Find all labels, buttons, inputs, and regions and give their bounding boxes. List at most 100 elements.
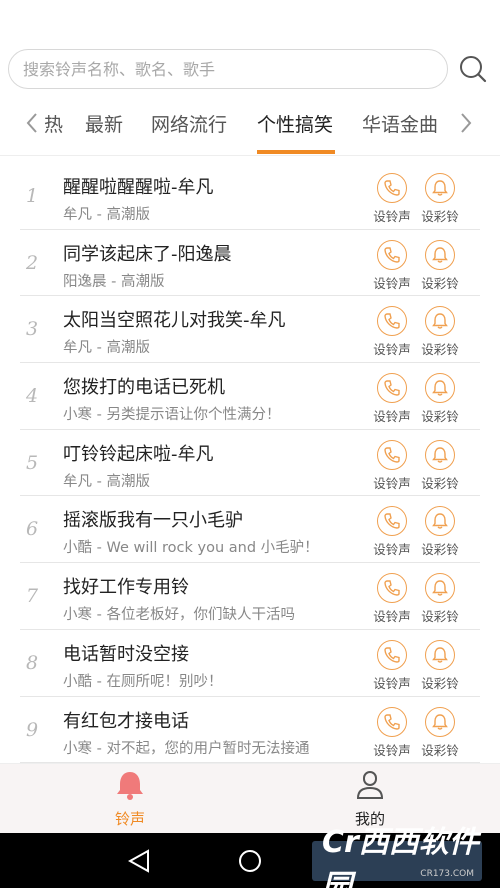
song-title[interactable]: 叮铃铃起床啦-牟凡 bbox=[63, 440, 214, 466]
song-subtitle: 牟凡 - 高潮版 bbox=[63, 473, 150, 490]
set-color-ring-label: 设彩铃 bbox=[421, 609, 459, 625]
set-color-ring-button[interactable]: 设彩铃 bbox=[418, 373, 462, 425]
song-title[interactable]: 电话暂时没空接 bbox=[63, 640, 189, 666]
phone-icon bbox=[377, 573, 407, 604]
nav-ringtone[interactable]: 铃声 bbox=[90, 770, 170, 829]
tab-personality-funny[interactable]: 个性搞笑 bbox=[257, 110, 333, 137]
set-ringtone-button[interactable]: 设铃声 bbox=[370, 639, 414, 692]
bell-outline-icon bbox=[425, 239, 455, 270]
set-color-ring-label: 设彩铃 bbox=[421, 209, 459, 224]
phone-icon bbox=[377, 239, 407, 270]
item-index: 7 bbox=[26, 585, 39, 608]
list-item[interactable]: 1 醒醒啦醒醒啦-牟凡牟凡 - 高潮版 设铃声 设彩铃 bbox=[20, 163, 480, 230]
tab-chinese-classics[interactable]: 华语金曲 bbox=[362, 110, 438, 137]
tab-hot[interactable]: 热 bbox=[44, 110, 63, 137]
set-ringtone-label: 设铃声 bbox=[373, 209, 411, 224]
bell-outline-icon bbox=[425, 306, 455, 337]
set-color-ring-label: 设彩铃 bbox=[421, 275, 459, 291]
back-triangle-icon[interactable] bbox=[128, 849, 150, 873]
song-title[interactable]: 您拨打的电话已死机 bbox=[63, 373, 225, 399]
item-index: 9 bbox=[26, 718, 39, 741]
set-color-ring-button[interactable]: 设彩铃 bbox=[418, 573, 462, 625]
search-input[interactable] bbox=[23, 59, 447, 79]
list-item[interactable]: 2 同学该起床了-阳逸晨 阳逸晨 - 高潮版 设铃声 设彩铃 bbox=[20, 230, 480, 297]
set-color-ring-button[interactable]: 设彩铃 bbox=[418, 639, 462, 692]
bell-outline-icon bbox=[425, 439, 455, 470]
set-ringtone-label: 设铃声 bbox=[373, 342, 411, 358]
search-bar bbox=[8, 48, 492, 90]
set-ringtone-button[interactable]: 设铃声 bbox=[370, 306, 414, 358]
phone-icon bbox=[377, 306, 407, 337]
status-area bbox=[0, 0, 500, 44]
home-circle-icon[interactable] bbox=[238, 849, 262, 873]
set-ringtone-label: 设铃声 bbox=[373, 542, 411, 558]
site-watermark: Cr西西软件园 CR173.COM bbox=[312, 825, 482, 888]
list-item[interactable]: 5 叮铃铃起床啦-牟凡牟凡 - 高潮版 设铃声 设彩铃 bbox=[20, 430, 480, 497]
set-color-ring-label: 设彩铃 bbox=[421, 542, 459, 558]
set-color-ring-label: 设彩铃 bbox=[421, 675, 459, 691]
list-item[interactable]: 7 找好工作专用铃小寒 - 各位老板好，你们缺人干活吗 设铃声 设彩铃 bbox=[20, 563, 480, 630]
song-subtitle: 牟凡 - 高潮版 bbox=[63, 207, 150, 223]
set-ringtone-label: 设铃声 bbox=[373, 675, 411, 691]
song-title[interactable]: 摇滚版我有一只小毛驴 bbox=[63, 506, 243, 532]
chevron-left-icon[interactable] bbox=[24, 112, 40, 134]
phone-icon bbox=[377, 639, 407, 670]
item-index: 2 bbox=[26, 251, 39, 274]
bell-outline-icon bbox=[425, 706, 455, 737]
bell-icon bbox=[117, 772, 143, 800]
set-color-ring-button[interactable]: 设彩铃 bbox=[418, 306, 462, 358]
item-index: 3 bbox=[26, 318, 39, 341]
set-color-ring-button[interactable]: 设彩铃 bbox=[418, 706, 462, 759]
song-subtitle: 小寒 - 各位老板好，你们缺人干活吗 bbox=[63, 607, 295, 624]
set-color-ring-button[interactable]: 设彩铃 bbox=[418, 239, 462, 292]
song-title[interactable]: 太阳当空照花儿对我笑-牟凡 bbox=[63, 306, 286, 332]
list-item[interactable]: 9 有红包才接电话小寒 - 对不起，您的用户暂时无法接通 设铃声 设彩铃 bbox=[20, 697, 480, 764]
set-color-ring-label: 设彩铃 bbox=[421, 475, 459, 491]
song-title[interactable]: 同学该起床了-阳逸晨 bbox=[63, 240, 232, 266]
phone-icon bbox=[377, 439, 407, 470]
set-ringtone-button[interactable]: 设铃声 bbox=[370, 573, 414, 625]
set-ringtone-button[interactable]: 设铃声 bbox=[370, 706, 414, 759]
bell-outline-icon bbox=[425, 639, 455, 670]
list-item[interactable]: 6 摇滚版我有一只小毛驴 小酷 - We will rock you and 小毛驴… bbox=[20, 496, 480, 564]
song-subtitle: 小酷 - We will rock you and 小毛驴！ bbox=[63, 540, 319, 557]
item-index: 5 bbox=[26, 451, 39, 474]
set-ringtone-button[interactable]: 设铃声 bbox=[370, 439, 414, 492]
search-field[interactable] bbox=[8, 49, 448, 89]
set-ringtone-button[interactable]: 设铃声 bbox=[370, 173, 414, 225]
bell-outline-icon bbox=[425, 573, 455, 604]
song-title[interactable]: 有红包才接电话 bbox=[63, 707, 189, 733]
set-ringtone-button[interactable]: 设铃声 bbox=[370, 239, 414, 292]
set-ringtone-label: 设铃声 bbox=[373, 609, 411, 625]
song-subtitle: 小寒 - 对不起，您的用户暂时无法接通 bbox=[63, 740, 310, 757]
chevron-right-icon[interactable] bbox=[458, 112, 474, 134]
item-index: 1 bbox=[26, 185, 39, 207]
set-ringtone-button[interactable]: 设铃声 bbox=[370, 373, 414, 425]
phone-icon bbox=[377, 373, 407, 404]
set-color-ring-button[interactable]: 设彩铃 bbox=[418, 439, 462, 492]
set-ringtone-label: 设铃声 bbox=[373, 275, 411, 291]
watermark-site: CR173.COM bbox=[420, 869, 474, 879]
list-item[interactable]: 3 太阳当空照花儿对我笑-牟凡牟凡 - 高潮版 设铃声 设彩铃 bbox=[20, 296, 480, 364]
tab-latest[interactable]: 最新 bbox=[85, 110, 123, 137]
song-subtitle: 小酷 - 在厕所呢！别吵！ bbox=[63, 673, 223, 690]
item-index: 8 bbox=[26, 651, 39, 674]
set-ringtone-label: 设铃声 bbox=[373, 742, 411, 758]
list-item[interactable]: 4 您拨打的电话已死机 小寒 - 另类提示语让你个性满分！ 设铃声 设彩铃 bbox=[20, 363, 480, 430]
category-tabs: 热 最新 网络流行 个性搞笑 华语金曲 bbox=[0, 100, 500, 156]
set-color-ring-button[interactable]: 设彩铃 bbox=[418, 173, 462, 225]
set-color-ring-label: 设彩铃 bbox=[421, 742, 459, 758]
song-subtitle: 牟凡 - 高潮版 bbox=[63, 340, 150, 357]
tab-network-popular[interactable]: 网络流行 bbox=[151, 110, 227, 137]
active-tab-indicator bbox=[257, 150, 335, 154]
phone-icon bbox=[377, 506, 407, 537]
phone-icon bbox=[377, 706, 407, 737]
list-item[interactable]: 8 电话暂时没空接小酷 - 在厕所呢！别吵！ 设铃声 设彩铃 bbox=[20, 630, 480, 697]
phone-icon bbox=[377, 173, 407, 203]
search-icon[interactable] bbox=[458, 54, 488, 84]
set-color-ring-button[interactable]: 设彩铃 bbox=[418, 506, 462, 558]
bell-outline-icon bbox=[425, 506, 455, 537]
song-title[interactable]: 醒醒啦醒醒啦-牟凡 bbox=[63, 173, 214, 199]
song-title[interactable]: 找好工作专用铃 bbox=[63, 573, 189, 599]
set-ringtone-button[interactable]: 设铃声 bbox=[370, 506, 414, 558]
